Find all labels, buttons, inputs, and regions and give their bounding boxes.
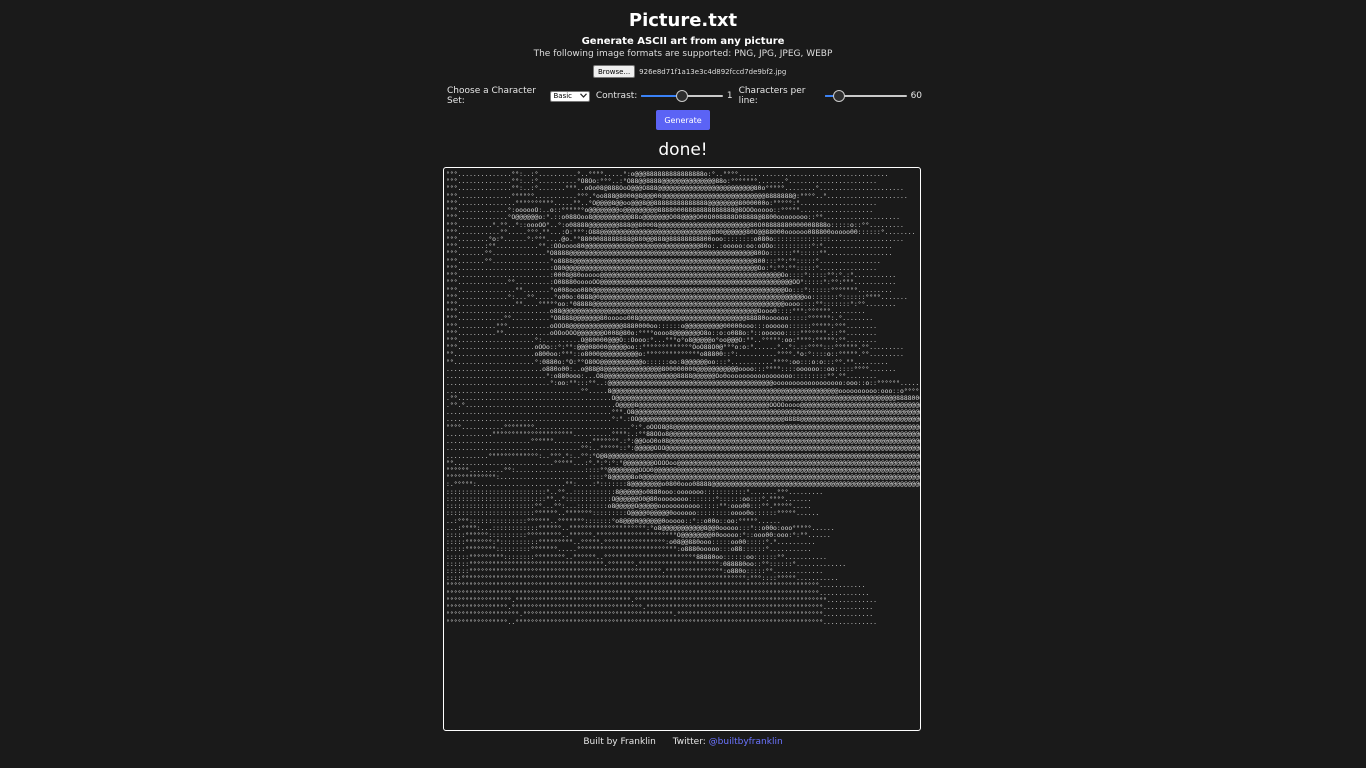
twitter-link[interactable]: @builtbyfranklin (709, 737, 783, 747)
footer: Built by Franklin Twitter: @builtbyfrank… (0, 737, 1366, 747)
cpl-value: 60 (910, 91, 923, 101)
generate-button[interactable]: Generate (656, 110, 710, 130)
contrast-slider[interactable] (641, 89, 723, 103)
twitter-label: Twitter: (672, 737, 706, 747)
page-subtitle: Generate ASCII art from any picture (581, 36, 785, 47)
contrast-label: Contrast: (595, 91, 638, 101)
cpl-slider[interactable] (825, 89, 907, 103)
browse-button[interactable]: Browse... (593, 65, 636, 78)
contrast-value: 1 (726, 91, 733, 101)
cpl-slider-thumb[interactable] (832, 90, 845, 102)
built-by-text: Built by Franklin (583, 737, 656, 747)
file-picker: Browse... 926e8d71f1a13e3c4d892fccd7de9b… (593, 65, 786, 78)
charset-label: Choose a Character Set: (447, 86, 536, 106)
charset-select[interactable]: Basic (550, 90, 590, 102)
charset-select-value: Basic (553, 91, 573, 100)
contrast-slider-thumb[interactable] (676, 90, 689, 102)
selected-filename: 926e8d71f1a13e3c4d892fccd7de9bf2.jpg (639, 67, 787, 76)
controls-row: Choose a Character Set: Basic Contrast: … (447, 86, 922, 106)
page-title: Picture.txt (628, 10, 738, 31)
supported-formats-text: The following image formats are supporte… (533, 49, 833, 59)
ascii-art: °°°..............°°:..:°..........°..°°°… (446, 170, 921, 626)
status-text: done! (658, 140, 708, 160)
cpl-label: Characters per line: (738, 86, 806, 106)
chevron-down-icon (579, 92, 587, 101)
ascii-output: °°°..............°°:..:°..........°..°°°… (443, 167, 921, 731)
header: Picture.txt Generate ASCII art from any … (0, 0, 1366, 60)
